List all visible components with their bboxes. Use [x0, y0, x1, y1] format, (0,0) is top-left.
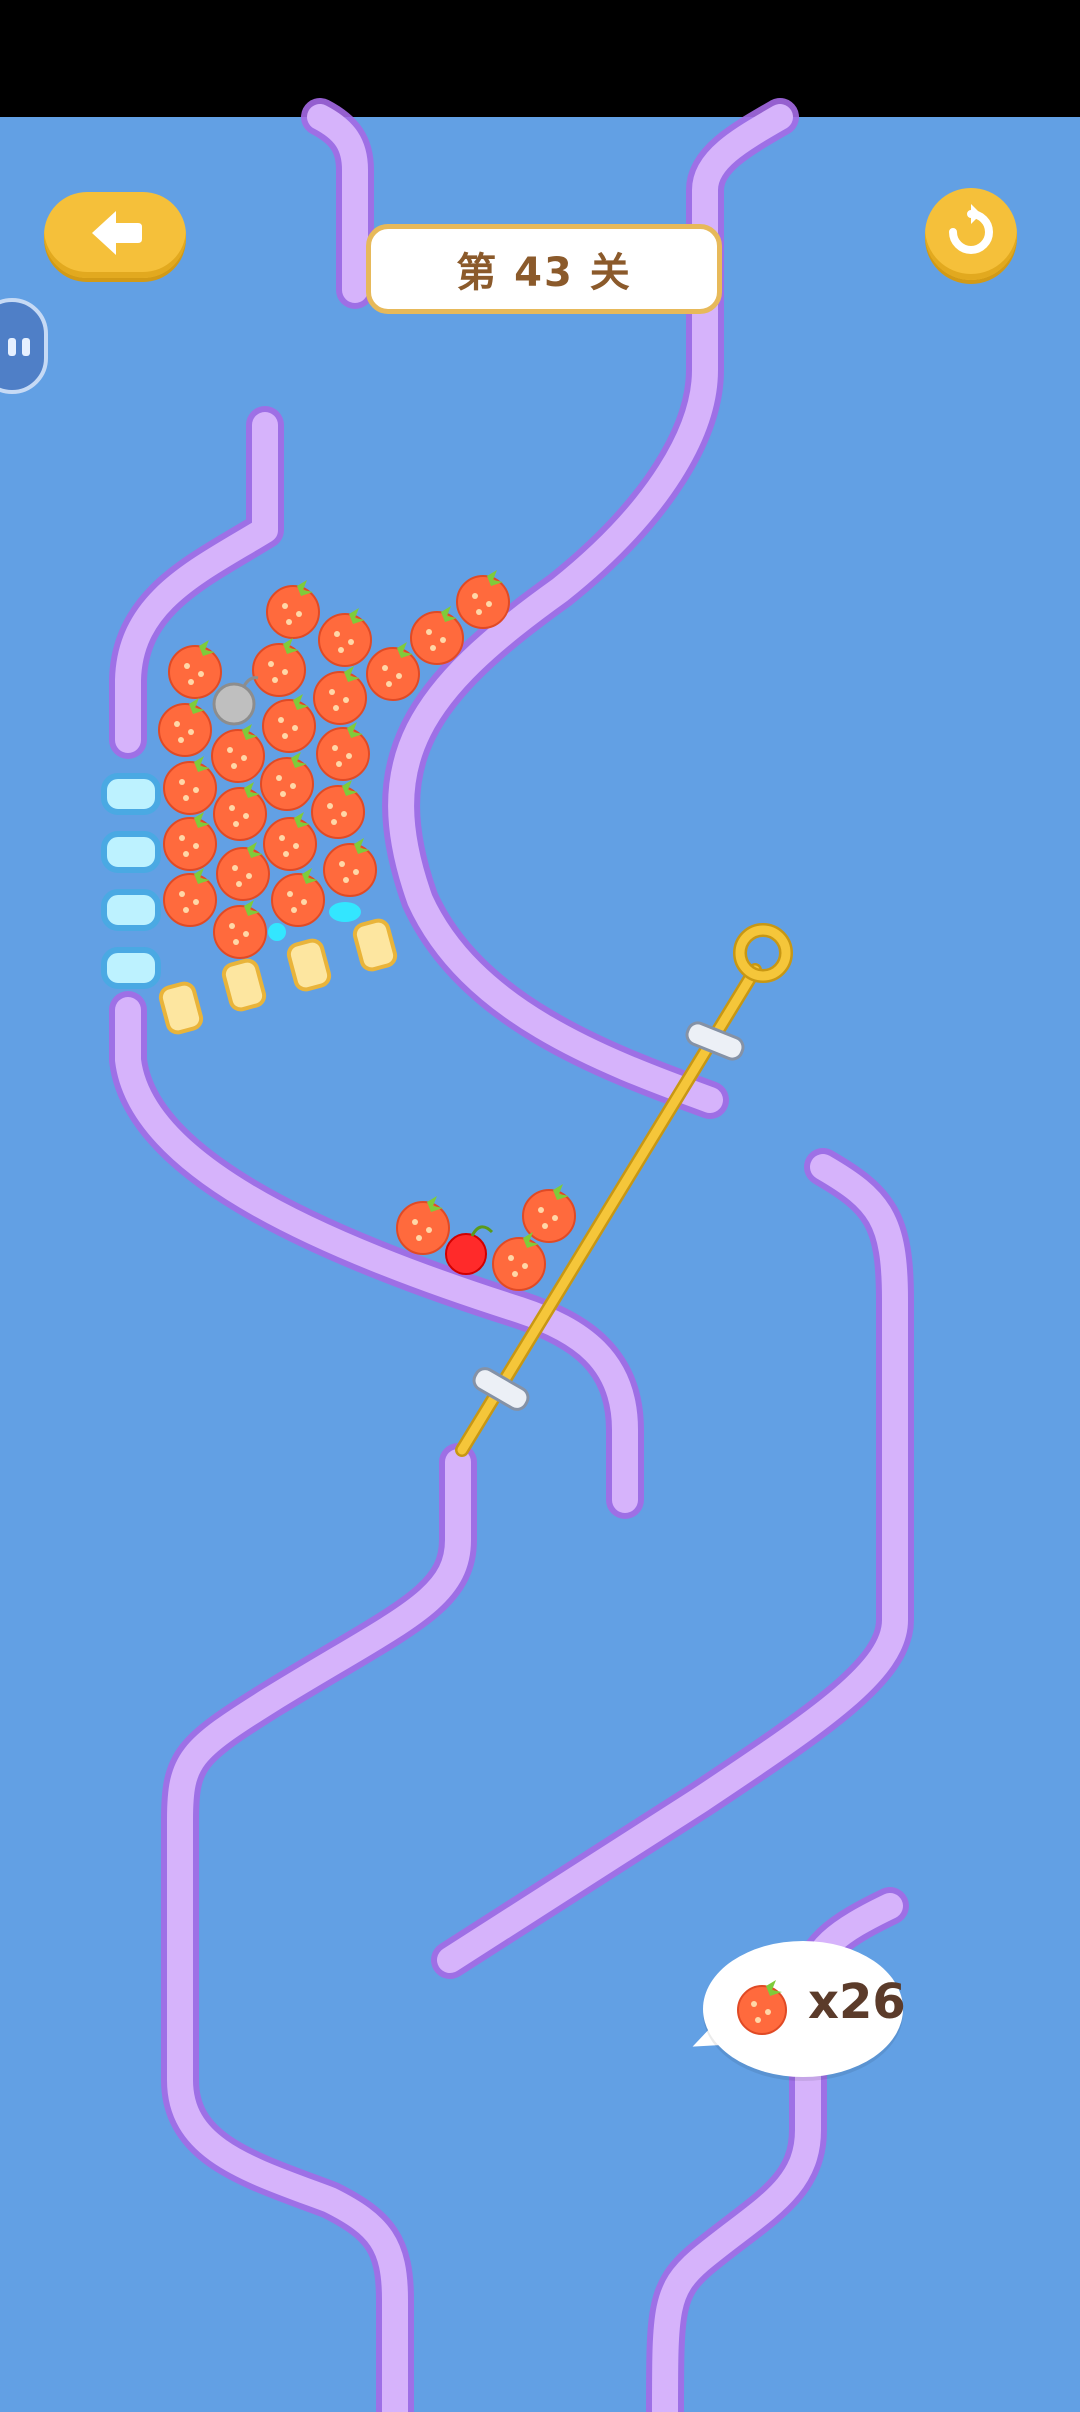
strawberry-icon: [737, 1980, 787, 2035]
strawberry-cluster-top: [158, 569, 510, 959]
restart-button[interactable]: [925, 188, 1017, 280]
back-arrow-icon: [80, 203, 150, 267]
goal-count: x26: [808, 1974, 906, 2030]
restart-icon: [941, 202, 1001, 266]
back-button[interactable]: [44, 192, 186, 278]
cyan-sticks: [101, 773, 161, 989]
cherry-icon: [445, 1225, 494, 1275]
avatar-eye-icon: [22, 338, 30, 356]
avatar-eye-icon: [8, 338, 16, 356]
game-scene: [101, 98, 914, 2412]
level-title: 第 43 关: [366, 224, 722, 314]
bomb-icon: [212, 676, 259, 726]
assistant-avatar[interactable]: [0, 298, 48, 394]
